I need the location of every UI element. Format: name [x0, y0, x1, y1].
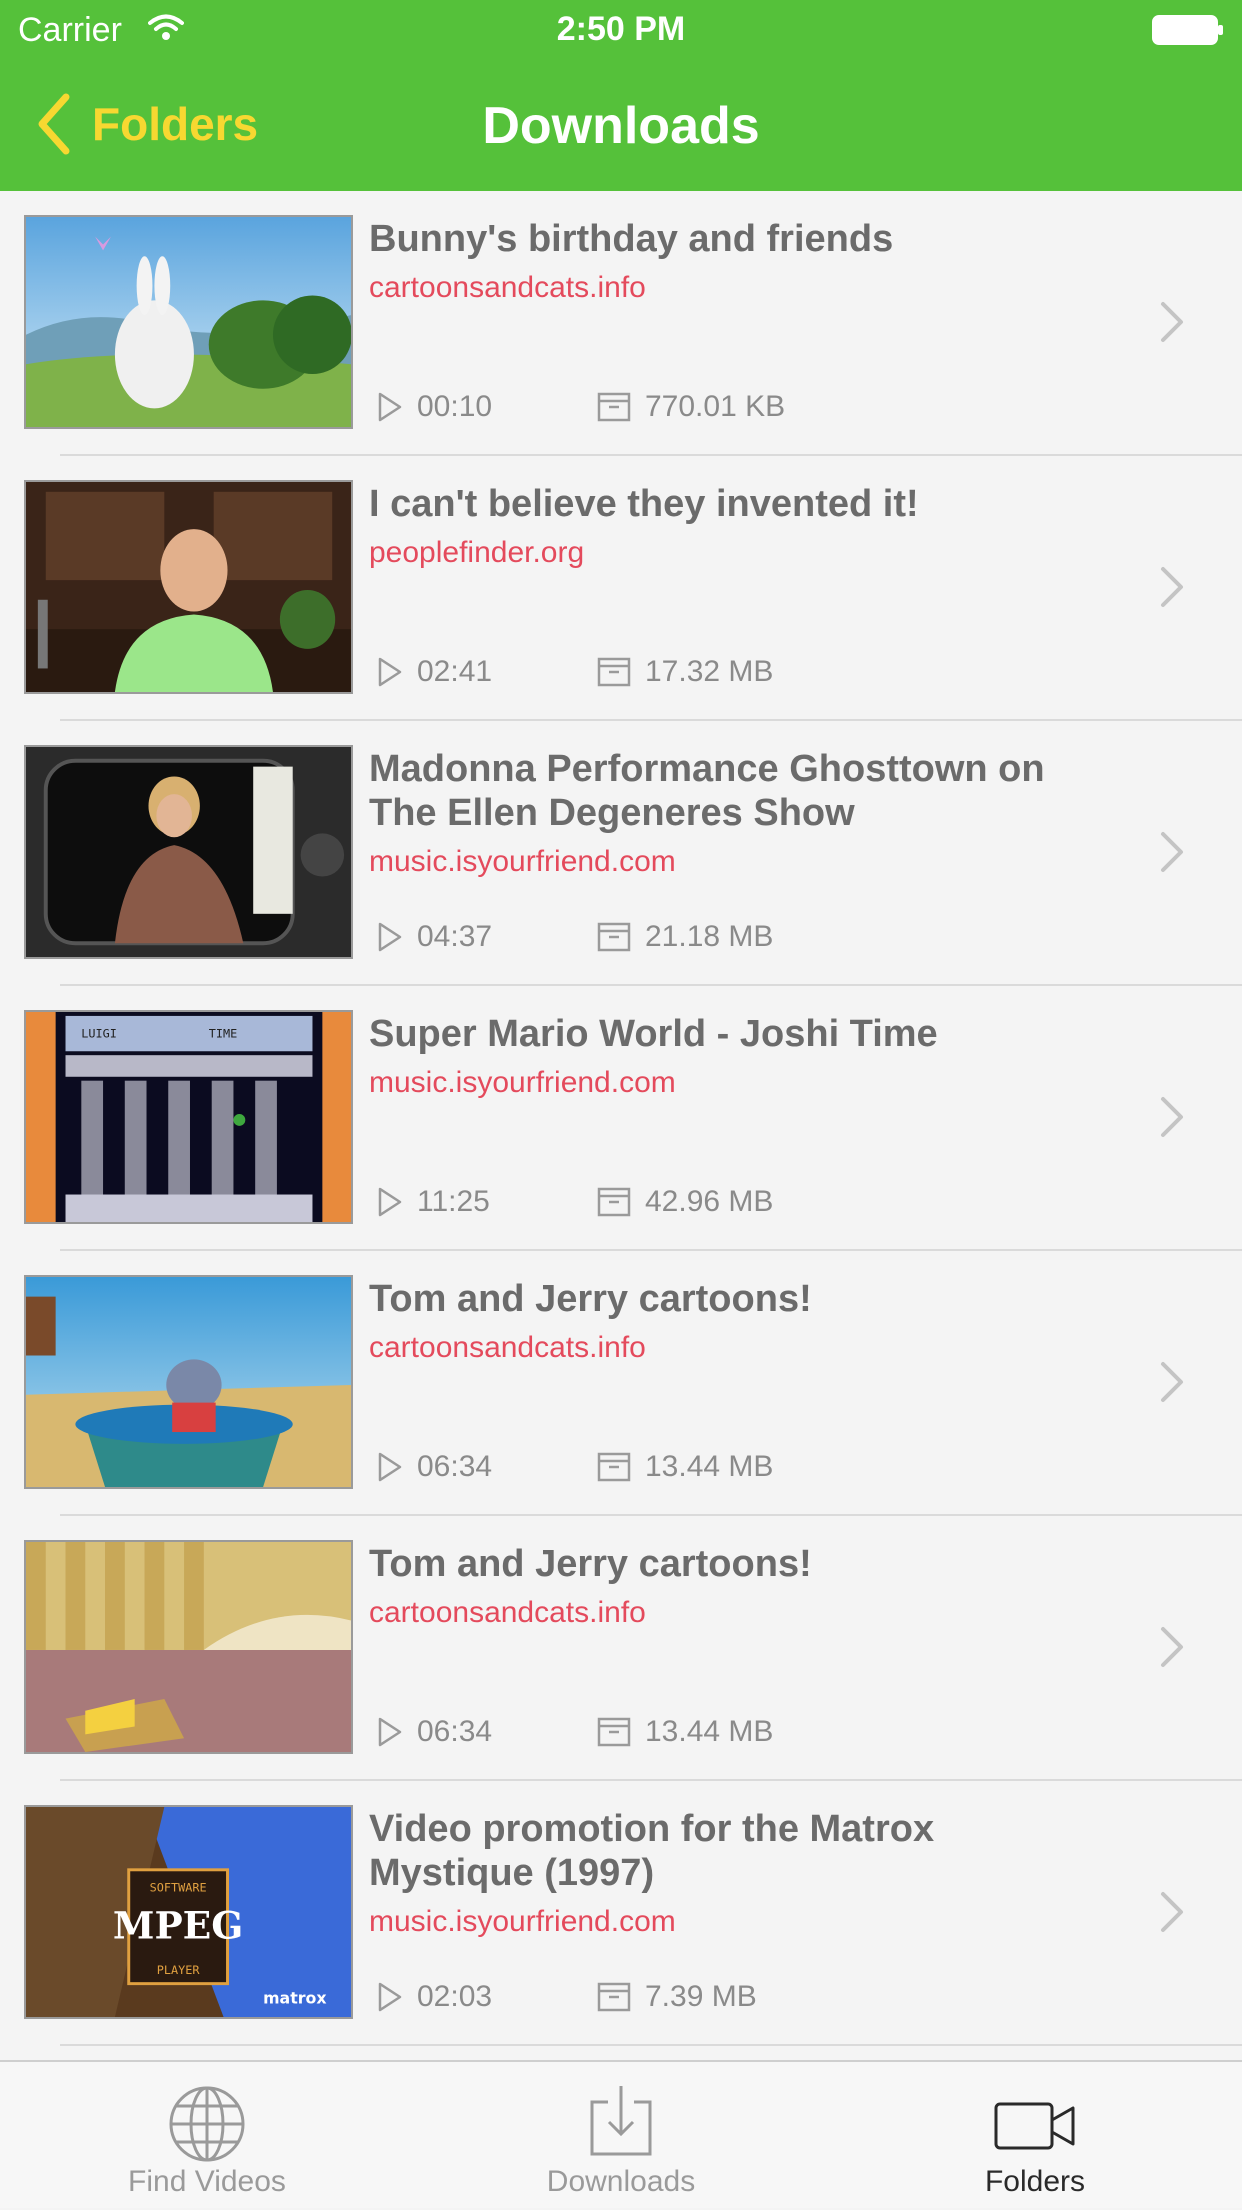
- globe-icon: [169, 2086, 245, 2162]
- play-icon: [378, 657, 402, 687]
- tab-label: Folders: [984, 2165, 1086, 2198]
- video-duration: 02:03: [417, 1980, 493, 2013]
- video-title: Video promotion for the Matrox Mystique …: [369, 1808, 935, 1894]
- video-title: Tom and Jerry cartoons!: [369, 1278, 812, 1320]
- video-row[interactable]: LUIGI TIME Super Mario World - Joshi Tim…: [0, 986, 1242, 1251]
- video-thumbnail: [24, 1540, 353, 1754]
- tab-label: Find Videos: [128, 2165, 286, 2198]
- battery-icon: [1152, 15, 1223, 45]
- status-bar: Carrier 2:50 PM: [0, 0, 1242, 60]
- video-meta: 11:25 42.96 MB: [377, 1182, 773, 1222]
- video-thumbnail: [24, 745, 353, 959]
- tab-label: Downloads: [546, 2165, 696, 2198]
- mpeg-badge-top: SOFTWARE: [150, 1880, 207, 1894]
- video-row[interactable]: Madonna Performance Ghosttown on The Ell…: [0, 721, 1242, 986]
- video-source: cartoonsandcats.info: [369, 271, 646, 304]
- storage-box-icon: [597, 657, 631, 687]
- play-icon: [378, 1187, 402, 1217]
- video-meta: 02:41 17.32 MB: [377, 652, 773, 692]
- video-row[interactable]: Tom and Jerry cartoons! cartoonsandcats.…: [0, 1251, 1242, 1516]
- video-row[interactable]: Bunny's birthday and friends cartoonsand…: [0, 191, 1242, 456]
- mpeg-badge-bottom: PLAYER: [157, 1963, 201, 1977]
- storage-box-icon: [597, 1982, 631, 2012]
- tab-bar: Find Videos Downloads Folders: [0, 2060, 1242, 2208]
- video-source: music.isyourfriend.com: [369, 1066, 676, 1099]
- matrox-logo: matrox: [263, 1988, 327, 2007]
- chevron-right-icon: [1161, 567, 1183, 607]
- video-source: cartoonsandcats.info: [369, 1596, 646, 1629]
- video-size: 17.32 MB: [645, 655, 774, 688]
- video-duration: 02:41: [417, 655, 493, 688]
- video-camera-icon: [994, 2102, 1075, 2150]
- storage-box-icon: [597, 922, 631, 952]
- video-source: peoplefinder.org: [369, 536, 585, 569]
- mario-time-label: TIME: [209, 1027, 238, 1041]
- play-icon: [378, 392, 402, 422]
- video-meta: 02:03 7.39 MB: [377, 1977, 757, 2017]
- video-row[interactable]: I can't believe they invented it! people…: [0, 456, 1242, 721]
- navigation-bar: Folders Downloads: [0, 60, 1242, 191]
- video-size: 770.01 KB: [645, 390, 786, 423]
- chevron-right-icon: [1161, 302, 1183, 342]
- video-title: Super Mario World - Joshi Time: [369, 1013, 938, 1055]
- play-icon: [378, 1982, 402, 2012]
- video-title: Tom and Jerry cartoons!: [369, 1543, 812, 1585]
- download-tray-icon: [590, 2086, 652, 2156]
- video-source: music.isyourfriend.com: [369, 845, 676, 878]
- video-row[interactable]: SOFTWARE MPEG PLAYER matrox Video promot…: [0, 1781, 1242, 2046]
- chevron-right-icon: [1161, 832, 1183, 872]
- tab-downloads[interactable]: Downloads: [414, 2062, 828, 2210]
- video-source: cartoonsandcats.info: [369, 1331, 646, 1364]
- chevron-right-icon: [1161, 1097, 1183, 1137]
- video-size: 21.18 MB: [645, 920, 774, 953]
- storage-box-icon: [597, 1452, 631, 1482]
- play-icon: [378, 1452, 402, 1482]
- video-duration: 06:34: [417, 1450, 493, 1483]
- video-size: 42.96 MB: [645, 1185, 774, 1218]
- storage-box-icon: [597, 1717, 631, 1747]
- chevron-right-icon: [1161, 1627, 1183, 1667]
- video-size: 7.39 MB: [645, 1980, 757, 2013]
- play-icon: [378, 922, 402, 952]
- video-source: music.isyourfriend.com: [369, 1905, 676, 1938]
- tab-folders[interactable]: Folders: [828, 2062, 1242, 2210]
- video-title: Madonna Performance Ghosttown on The Ell…: [369, 748, 1045, 834]
- page-title: Downloads: [482, 97, 760, 155]
- video-row[interactable]: Tom and Jerry cartoons! cartoonsandcats.…: [0, 1516, 1242, 1781]
- row-divider: [60, 2044, 1242, 2046]
- video-thumbnail: [24, 1275, 353, 1489]
- video-size: 13.44 MB: [645, 1715, 774, 1748]
- video-size: 13.44 MB: [645, 1450, 774, 1483]
- video-meta: 04:37 21.18 MB: [377, 917, 773, 957]
- mario-hud-label: LUIGI: [81, 1027, 117, 1041]
- video-meta: 06:34 13.44 MB: [377, 1447, 773, 1487]
- storage-box-icon: [597, 1187, 631, 1217]
- storage-box-icon: [597, 392, 631, 422]
- chevron-right-icon: [1161, 1892, 1183, 1932]
- downloads-list: Bunny's birthday and friends cartoonsand…: [0, 191, 1242, 2046]
- video-duration: 11:25: [417, 1185, 490, 1218]
- play-icon: [378, 1717, 402, 1747]
- video-duration: 00:10: [417, 390, 493, 423]
- tab-find-videos[interactable]: Find Videos: [0, 2062, 414, 2210]
- video-meta: 06:34 13.44 MB: [377, 1712, 773, 1752]
- video-duration: 04:37: [417, 920, 493, 953]
- video-thumbnail: LUIGI TIME: [24, 1010, 353, 1224]
- video-thumbnail: SOFTWARE MPEG PLAYER matrox: [24, 1805, 353, 2019]
- video-title: Bunny's birthday and friends: [369, 218, 894, 260]
- mpeg-badge-label: MPEG: [113, 1904, 243, 1948]
- chevron-right-icon: [1161, 1362, 1183, 1402]
- video-thumbnail: [24, 215, 353, 429]
- status-time: 2:50 PM: [556, 10, 686, 48]
- video-title: I can't believe they invented it!: [369, 483, 919, 525]
- header: Carrier 2:50 PM Folders Downloads: [0, 0, 1242, 191]
- video-duration: 06:34: [417, 1715, 493, 1748]
- video-thumbnail: [24, 480, 353, 694]
- video-meta: 00:10 770.01 KB: [377, 387, 785, 427]
